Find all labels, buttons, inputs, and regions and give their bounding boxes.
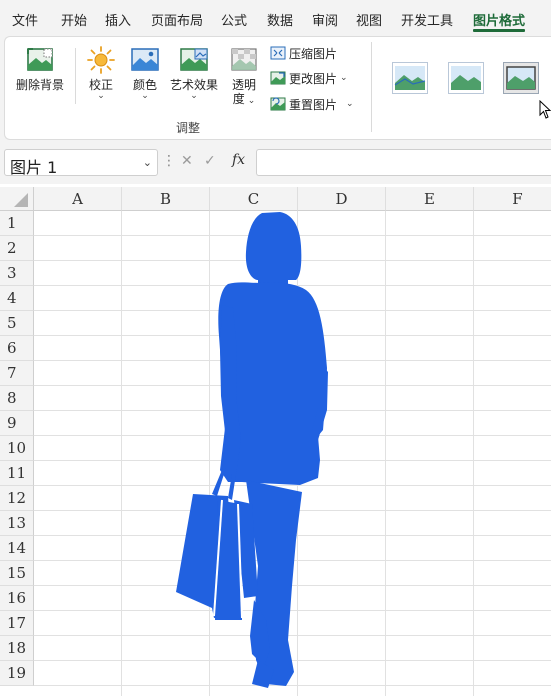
silhouette-picture[interactable]: [0, 0, 551, 696]
woman-with-shopping-bags-image: [176, 212, 328, 688]
